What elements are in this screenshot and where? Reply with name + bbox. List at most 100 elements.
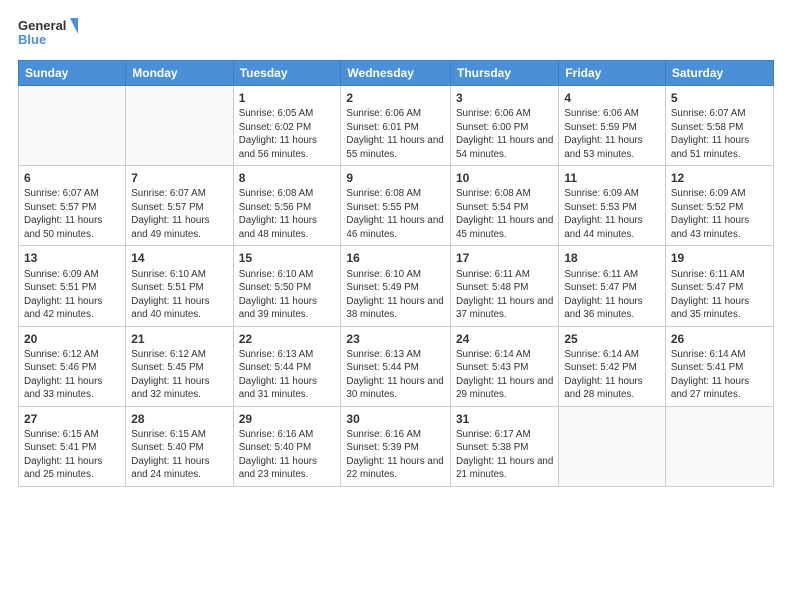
day-number: 24 (456, 331, 553, 347)
calendar-week-1: 1Sunrise: 6:05 AM Sunset: 6:02 PM Daylig… (19, 86, 774, 166)
day-info: Sunrise: 6:16 AM Sunset: 5:40 PM Dayligh… (239, 429, 317, 481)
day-number: 29 (239, 411, 336, 427)
calendar-week-3: 13Sunrise: 6:09 AM Sunset: 5:51 PM Dayli… (19, 246, 774, 326)
day-info: Sunrise: 6:11 AM Sunset: 5:48 PM Dayligh… (456, 269, 553, 321)
day-number: 20 (24, 331, 120, 347)
calendar-day-cell: 9Sunrise: 6:08 AM Sunset: 5:55 PM Daylig… (341, 166, 451, 246)
calendar-day-cell: 21 Sunrise: 6:12 AM Sunset: 5:45 PM Dayli… (126, 326, 233, 406)
day-info: Sunrise: 6:06 AM Sunset: 5:59 PM Dayligh… (564, 108, 642, 160)
day-info: Sunrise: 6:16 AM Sunset: 5:39 PM Dayligh… (346, 429, 443, 481)
day-number: 28 (131, 411, 227, 427)
day-info: Sunrise: 6:07 AM Sunset: 5:57 PM Dayligh… (24, 188, 102, 240)
day-info: Sunrise: 6:09 AM Sunset: 5:53 PM Dayligh… (564, 188, 642, 240)
calendar-day-cell: 4 Sunrise: 6:06 AM Sunset: 5:59 PM Daylig… (559, 86, 666, 166)
day-info: Sunrise: 6:10 AM Sunset: 5:50 PM Dayligh… (239, 269, 317, 321)
day-header-sunday: Sunday (19, 61, 126, 86)
day-info: Sunrise: 6:12 AM Sunset: 5:45 PM Dayligh… (131, 349, 209, 401)
day-number: 30 (346, 411, 445, 427)
day-number: 4 (564, 90, 660, 106)
day-info: Sunrise: 6:06 AM Sunset: 6:01 PM Dayligh… (346, 108, 443, 160)
calendar-day-cell (559, 406, 666, 486)
calendar-day-cell: 22 Sunrise: 6:13 AM Sunset: 5:44 PM Dayli… (233, 326, 341, 406)
day-header-friday: Friday (559, 61, 666, 86)
calendar-day-cell: 16 Sunrise: 6:10 AM Sunset: 5:49 PM Dayli… (341, 246, 451, 326)
header: General Blue (18, 16, 774, 52)
day-number: 15 (239, 250, 336, 266)
day-number: 2 (346, 90, 445, 106)
calendar-day-cell: 18Sunrise: 6:11 AM Sunset: 5:47 PM Dayli… (559, 246, 666, 326)
calendar-day-cell: 7 Sunrise: 6:07 AM Sunset: 5:57 PM Daylig… (126, 166, 233, 246)
calendar-day-cell: 26Sunrise: 6:14 AM Sunset: 5:41 PM Dayli… (665, 326, 773, 406)
day-number: 22 (239, 331, 336, 347)
calendar-day-cell: 28 Sunrise: 6:15 AM Sunset: 5:40 PM Dayli… (126, 406, 233, 486)
day-info: Sunrise: 6:13 AM Sunset: 5:44 PM Dayligh… (239, 349, 317, 401)
day-number: 12 (671, 170, 768, 186)
calendar-day-cell: 31 Sunrise: 6:17 AM Sunset: 5:38 PM Dayli… (451, 406, 559, 486)
day-number: 27 (24, 411, 120, 427)
calendar-header-row: SundayMondayTuesdayWednesdayThursdayFrid… (19, 61, 774, 86)
day-info: Sunrise: 6:11 AM Sunset: 5:47 PM Dayligh… (564, 269, 642, 321)
day-info: Sunrise: 6:17 AM Sunset: 5:38 PM Dayligh… (456, 429, 553, 481)
svg-text:Blue: Blue (18, 32, 46, 47)
calendar-week-5: 27 Sunrise: 6:15 AM Sunset: 5:41 PM Dayli… (19, 406, 774, 486)
calendar-day-cell: 29 Sunrise: 6:16 AM Sunset: 5:40 PM Dayli… (233, 406, 341, 486)
calendar-day-cell: 15 Sunrise: 6:10 AM Sunset: 5:50 PM Dayli… (233, 246, 341, 326)
day-header-monday: Monday (126, 61, 233, 86)
day-info: Sunrise: 6:14 AM Sunset: 5:41 PM Dayligh… (671, 349, 749, 401)
calendar-page: General Blue SundayMondayTuesdayWednesda… (0, 0, 792, 612)
calendar-day-cell: 17 Sunrise: 6:11 AM Sunset: 5:48 PM Dayli… (451, 246, 559, 326)
day-info: Sunrise: 6:07 AM Sunset: 5:58 PM Dayligh… (671, 108, 749, 160)
day-number: 5 (671, 90, 768, 106)
day-info: Sunrise: 6:14 AM Sunset: 5:42 PM Dayligh… (564, 349, 642, 401)
day-number: 13 (24, 250, 120, 266)
calendar-day-cell (126, 86, 233, 166)
calendar-day-cell: 20 Sunrise: 6:12 AM Sunset: 5:46 PM Dayli… (19, 326, 126, 406)
day-number: 31 (456, 411, 553, 427)
calendar-day-cell (19, 86, 126, 166)
day-number: 16 (346, 250, 445, 266)
day-header-saturday: Saturday (665, 61, 773, 86)
logo: General Blue (18, 16, 78, 52)
day-info: Sunrise: 6:10 AM Sunset: 5:49 PM Dayligh… (346, 269, 443, 321)
calendar-day-cell: 14 Sunrise: 6:10 AM Sunset: 5:51 PM Dayli… (126, 246, 233, 326)
calendar-day-cell: 30 Sunrise: 6:16 AM Sunset: 5:39 PM Dayli… (341, 406, 451, 486)
calendar-week-4: 20 Sunrise: 6:12 AM Sunset: 5:46 PM Dayli… (19, 326, 774, 406)
day-number: 11 (564, 170, 660, 186)
day-info: Sunrise: 6:10 AM Sunset: 5:51 PM Dayligh… (131, 269, 209, 321)
day-number: 17 (456, 250, 553, 266)
day-info: Sunrise: 6:06 AM Sunset: 6:00 PM Dayligh… (456, 108, 553, 160)
day-info: Sunrise: 6:14 AM Sunset: 5:43 PM Dayligh… (456, 349, 553, 401)
calendar-day-cell: 2 Sunrise: 6:06 AM Sunset: 6:01 PM Daylig… (341, 86, 451, 166)
day-header-thursday: Thursday (451, 61, 559, 86)
calendar-day-cell (665, 406, 773, 486)
calendar-day-cell: 1Sunrise: 6:05 AM Sunset: 6:02 PM Daylig… (233, 86, 341, 166)
svg-text:General: General (18, 18, 66, 33)
day-info: Sunrise: 6:11 AM Sunset: 5:47 PM Dayligh… (671, 269, 749, 321)
calendar-table: SundayMondayTuesdayWednesdayThursdayFrid… (18, 60, 774, 487)
day-number: 14 (131, 250, 227, 266)
day-header-wednesday: Wednesday (341, 61, 451, 86)
day-number: 21 (131, 331, 227, 347)
day-number: 7 (131, 170, 227, 186)
calendar-day-cell: 24 Sunrise: 6:14 AM Sunset: 5:43 PM Dayli… (451, 326, 559, 406)
day-info: Sunrise: 6:15 AM Sunset: 5:40 PM Dayligh… (131, 429, 209, 481)
calendar-day-cell: 3Sunrise: 6:06 AM Sunset: 6:00 PM Daylig… (451, 86, 559, 166)
day-info: Sunrise: 6:12 AM Sunset: 5:46 PM Dayligh… (24, 349, 102, 401)
day-info: Sunrise: 6:15 AM Sunset: 5:41 PM Dayligh… (24, 429, 102, 481)
day-info: Sunrise: 6:05 AM Sunset: 6:02 PM Dayligh… (239, 108, 317, 160)
day-number: 6 (24, 170, 120, 186)
day-info: Sunrise: 6:08 AM Sunset: 5:55 PM Dayligh… (346, 188, 443, 240)
day-info: Sunrise: 6:09 AM Sunset: 5:52 PM Dayligh… (671, 188, 749, 240)
calendar-day-cell: 8Sunrise: 6:08 AM Sunset: 5:56 PM Daylig… (233, 166, 341, 246)
day-number: 25 (564, 331, 660, 347)
calendar-day-cell: 11 Sunrise: 6:09 AM Sunset: 5:53 PM Dayli… (559, 166, 666, 246)
calendar-day-cell: 19 Sunrise: 6:11 AM Sunset: 5:47 PM Dayli… (665, 246, 773, 326)
calendar-day-cell: 6 Sunrise: 6:07 AM Sunset: 5:57 PM Daylig… (19, 166, 126, 246)
day-info: Sunrise: 6:08 AM Sunset: 5:54 PM Dayligh… (456, 188, 553, 240)
day-number: 19 (671, 250, 768, 266)
day-number: 8 (239, 170, 336, 186)
day-info: Sunrise: 6:07 AM Sunset: 5:57 PM Dayligh… (131, 188, 209, 240)
calendar-day-cell: 12 Sunrise: 6:09 AM Sunset: 5:52 PM Dayli… (665, 166, 773, 246)
calendar-day-cell: 10Sunrise: 6:08 AM Sunset: 5:54 PM Dayli… (451, 166, 559, 246)
calendar-day-cell: 23Sunrise: 6:13 AM Sunset: 5:44 PM Dayli… (341, 326, 451, 406)
